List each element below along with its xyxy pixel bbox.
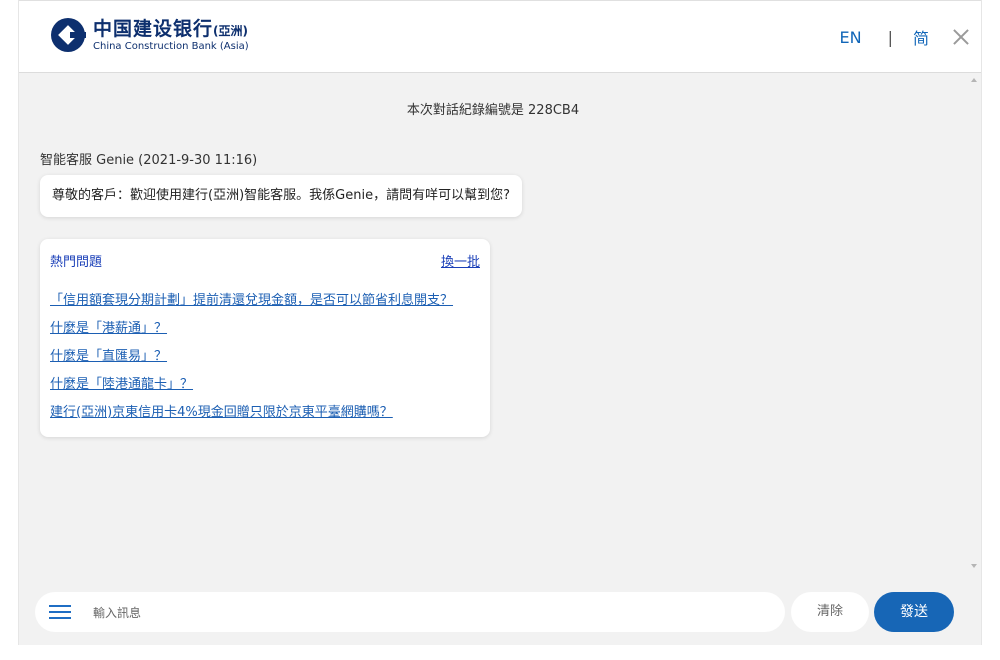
question-link[interactable]: 什麼是「港薪通」？ bbox=[50, 315, 480, 343]
logo-chinese-name: 中国建设银行(亞洲) bbox=[93, 17, 248, 40]
sender-line: 智能客服 Genie (2021-9-30 11:16) bbox=[40, 153, 258, 168]
clear-button[interactable]: 清除 bbox=[791, 592, 869, 632]
bank-logo: 中国建设银行(亞洲) China Construction Bank (Asia… bbox=[50, 15, 249, 55]
close-icon[interactable] bbox=[951, 27, 971, 47]
question-link[interactable]: 「信用額套現分期計劃」提前清還兌現金額，是否可以節省利息開支？ bbox=[50, 287, 480, 315]
logo-chinese-suffix: (亞洲) bbox=[213, 23, 248, 38]
header: 中国建设银行(亞洲) China Construction Bank (Asia… bbox=[19, 0, 981, 73]
header-controls: EN | 简 bbox=[840, 25, 971, 49]
question-list: 「信用額套現分期計劃」提前清還兌現金額，是否可以節省利息開支？ 什麼是「港薪通」… bbox=[50, 287, 480, 427]
hot-questions-card: 熱門問題 換一批 「信用額套現分期計劃」提前清還兌現金額，是否可以節省利息開支？… bbox=[40, 239, 490, 437]
chat-window: 中国建设银行(亞洲) China Construction Bank (Asia… bbox=[18, 0, 982, 645]
ccb-logo-icon bbox=[51, 18, 86, 52]
greeting-bubble: 尊敬的客戶：歡迎使用建行(亞洲)智能客服。我係Genie，請問有咩可以幫到您? bbox=[40, 175, 522, 217]
lang-simplified-link[interactable]: 简 bbox=[913, 25, 929, 49]
lang-separator: | bbox=[887, 27, 893, 47]
question-link[interactable]: 什麼是「直匯易」？ bbox=[50, 343, 480, 371]
logo-english-name: China Construction Bank (Asia) bbox=[93, 40, 249, 52]
refresh-questions-link[interactable]: 換一批 bbox=[441, 251, 480, 270]
menu-icon[interactable] bbox=[49, 605, 71, 619]
chat-scrollbar[interactable] bbox=[967, 72, 981, 582]
scroll-down-arrow-icon[interactable] bbox=[971, 564, 977, 568]
hot-questions-title: 熱門問題 bbox=[50, 255, 103, 270]
record-notice: 本次對話紀錄編號是 228CB4 bbox=[406, 103, 580, 118]
message-input-wrapper bbox=[35, 592, 785, 634]
composer-bar: 清除 發送 bbox=[19, 582, 981, 645]
lang-en-link[interactable]: EN bbox=[840, 28, 862, 47]
question-link[interactable]: 建行(亞洲)京東信用卡4%現金回贈只限於京東平臺網購嗎？ bbox=[50, 399, 480, 427]
question-link[interactable]: 什麼是「陸港通龍卡」？ bbox=[50, 371, 480, 399]
scroll-up-arrow-icon[interactable] bbox=[971, 78, 977, 82]
send-button[interactable]: 發送 bbox=[874, 592, 954, 632]
message-input[interactable] bbox=[91, 592, 775, 634]
chat-area[interactable]: 本次對話紀錄編號是 228CB4 智能客服 Genie (2021-9-30 1… bbox=[19, 72, 967, 582]
